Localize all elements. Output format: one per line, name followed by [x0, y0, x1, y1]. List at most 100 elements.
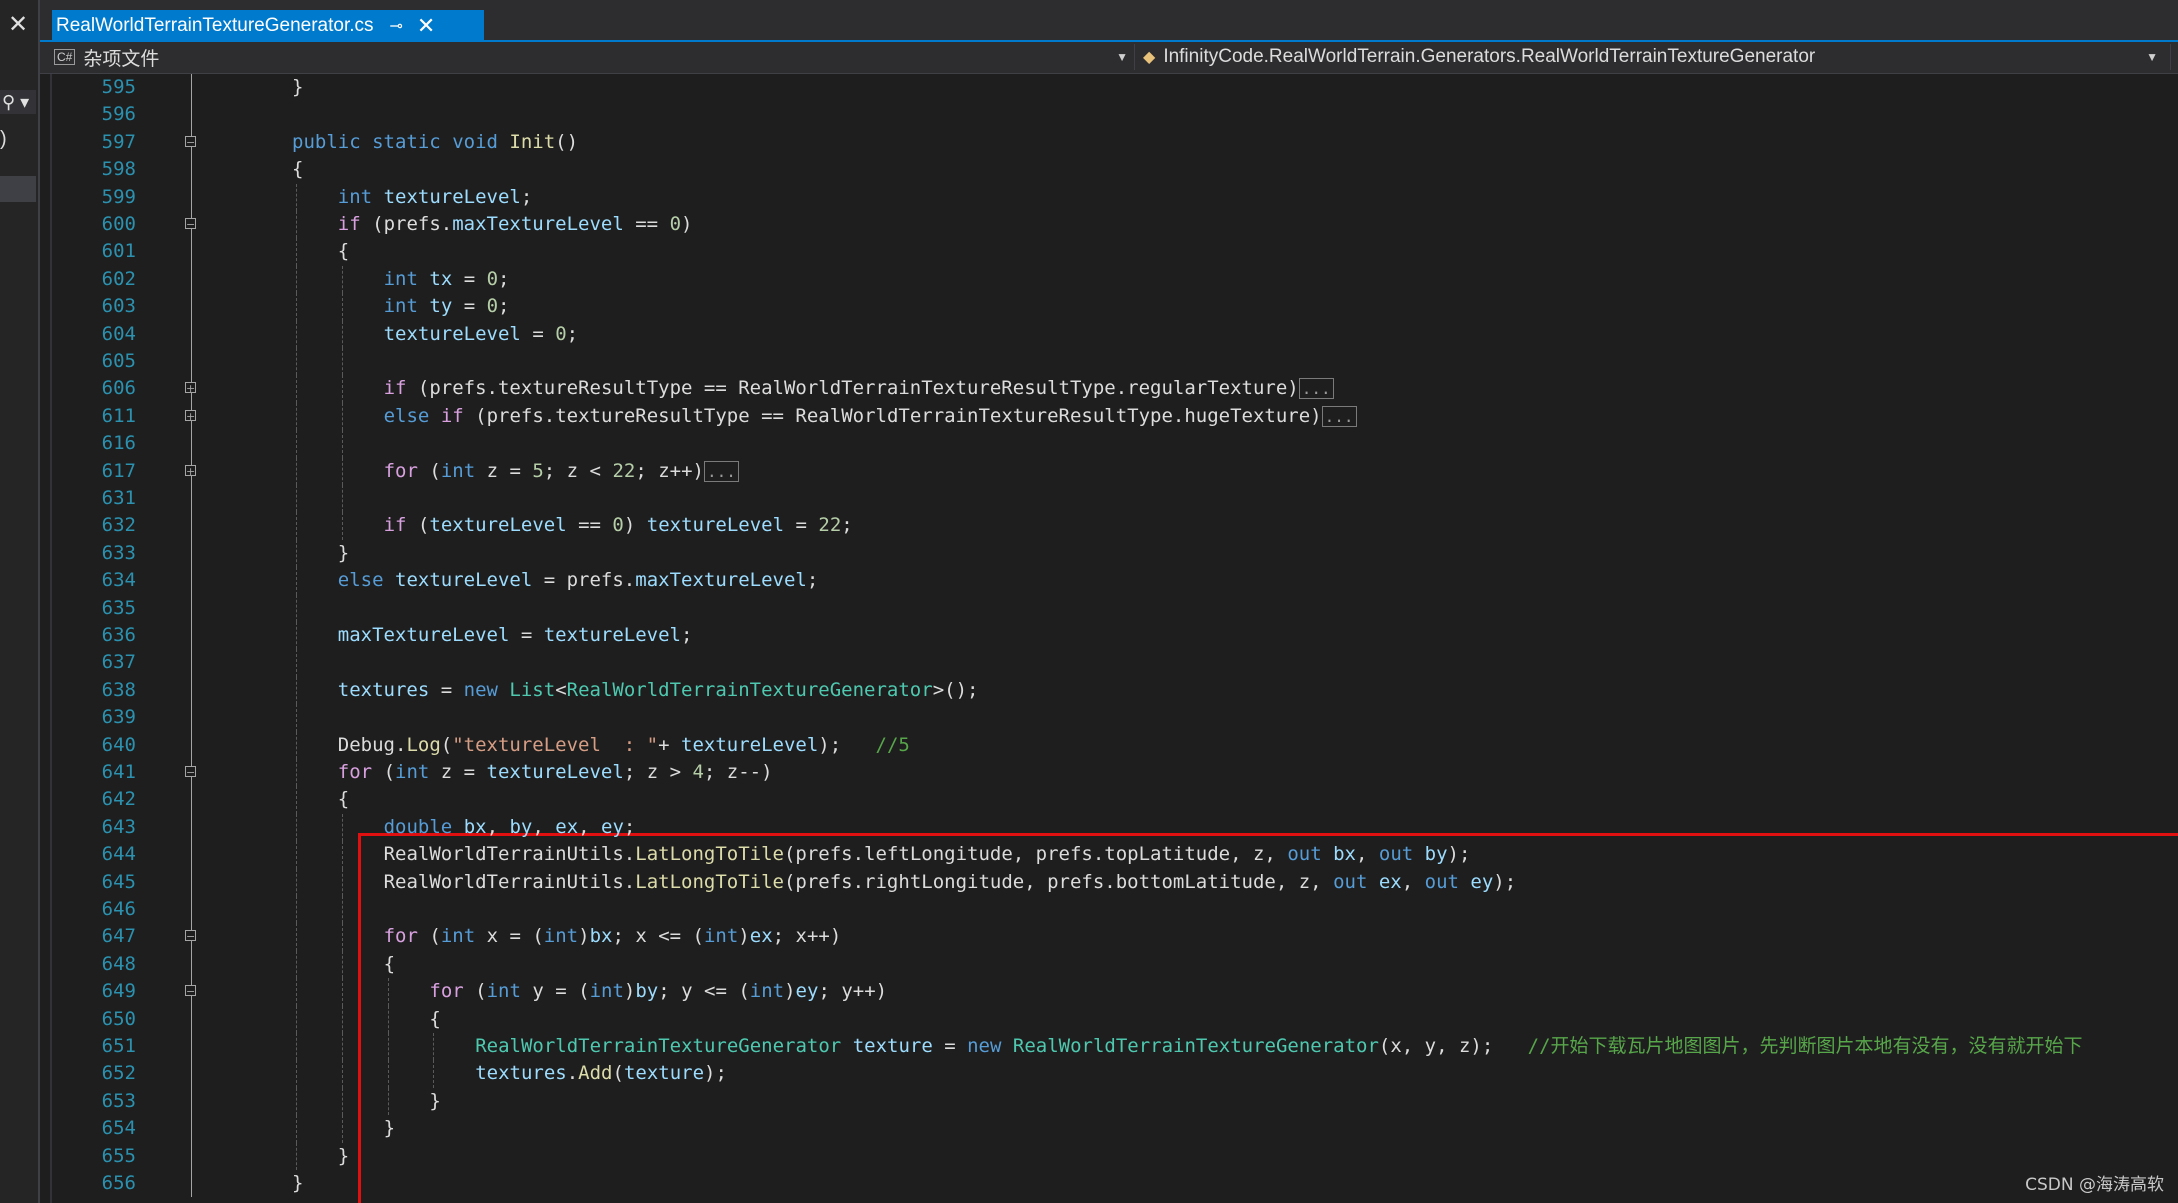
indent-guide: [296, 896, 297, 924]
code-text: textures = new List<RealWorldTerrainText…: [337, 678, 979, 701]
code-line[interactable]: 645 RealWorldTerrainUtils.LatLongToTile(p…: [40, 868, 2178, 896]
code-text: for (int y = (int)by; y <= (int)ey; y++): [429, 980, 888, 1003]
pin-icon[interactable]: ⊸: [390, 16, 403, 36]
indent-guide: [341, 950, 343, 979]
code-line[interactable]: 617 + for (int z = 5; z < 22; z++)...: [40, 457, 2178, 485]
code-line[interactable]: 656}: [40, 1170, 2178, 1197]
code-line[interactable]: 651 RealWorldTerrainTextureGenerator text…: [40, 1033, 2178, 1061]
code-line[interactable]: 644 RealWorldTerrainUtils.LatLongToTile(p…: [40, 841, 2178, 869]
code-line[interactable]: 641 − for (int z = textureLevel; z > 4; z-…: [40, 759, 2178, 787]
expand-icon[interactable]: +: [185, 464, 196, 477]
code-line[interactable]: 603 int ty = 0;: [40, 293, 2178, 321]
code-line[interactable]: 605: [40, 348, 2178, 376]
collapse-icon[interactable]: −: [185, 930, 196, 942]
code-line[interactable]: 643 double bx, by, ex, ey;: [40, 813, 2178, 842]
code-line[interactable]: 602 int tx = 0;: [40, 265, 2178, 294]
code-line[interactable]: 635: [40, 594, 2178, 622]
collapse-icon[interactable]: −: [185, 766, 196, 778]
line-number: 599: [101, 185, 136, 208]
line-number: 633: [101, 541, 136, 564]
code-line[interactable]: 604 textureLevel = 0;: [40, 320, 2178, 348]
code-text: else textureLevel = prefs.maxTextureLeve…: [337, 569, 819, 592]
code-text: {: [383, 952, 396, 975]
close-icon[interactable]: ✕: [417, 13, 435, 39]
code-line[interactable]: 646: [40, 896, 2178, 924]
project-label: 杂项文件: [83, 48, 160, 70]
indent-guide: [341, 1115, 343, 1143]
code-line[interactable]: 601 {: [40, 238, 2178, 266]
code-line[interactable]: 598 {: [40, 156, 2178, 183]
collapsed-block-marker[interactable]: ...: [703, 460, 739, 482]
code-text: Debug.Log("textureLevel : "+ textureLeve…: [337, 733, 910, 756]
indent-guide: [296, 841, 297, 869]
code-text: RealWorldTerrainUtils.LatLongToTile(pref…: [383, 870, 1517, 893]
line-number: 595: [101, 76, 136, 98]
expand-icon[interactable]: +: [185, 382, 196, 394]
indent-guide: [341, 978, 343, 1006]
indent-guide: [296, 1005, 297, 1033]
line-number: 637: [101, 651, 136, 674]
code-line[interactable]: 649 − for (int y = (int)by; y <= (int)ey; …: [40, 978, 2178, 1006]
code-line[interactable]: 616: [40, 430, 2178, 458]
collapse-icon[interactable]: −: [185, 985, 196, 997]
code-line[interactable]: 652 textures.Add(texture);: [40, 1060, 2178, 1088]
line-number: 644: [101, 843, 136, 866]
type-dropdown[interactable]: ◆ InfinityCode.RealWorldTerrain.Generato…: [1134, 44, 2164, 70]
code-line[interactable]: 611 + else if (prefs.textureResultType == …: [40, 402, 2178, 431]
line-number: 616: [101, 432, 136, 455]
line-number: 601: [101, 240, 136, 263]
code-line[interactable]: 600 − if (prefs.maxTextureLevel == 0): [40, 211, 2178, 239]
code-line[interactable]: 636 maxTextureLevel = textureLevel;: [40, 622, 2178, 650]
indent-guide: [296, 320, 297, 348]
close-icon[interactable]: ✕: [8, 10, 28, 39]
line-number: 648: [101, 952, 136, 975]
indent-guide: [341, 485, 343, 513]
code-line[interactable]: 654}: [40, 1115, 2178, 1143]
project-dropdown[interactable]: C# 杂项文件 ▼: [54, 44, 1128, 70]
tab-title: RealWorldTerrainTextureGenerator.cs: [56, 15, 374, 36]
code-editor[interactable]: 595} 596 597− public static void Init() 598{…: [40, 74, 2178, 1203]
code-line[interactable]: 642 {: [40, 786, 2178, 814]
line-number: 598: [101, 158, 136, 181]
collapse-icon[interactable]: −: [185, 135, 196, 148]
search-icon[interactable]: ⚲ ▾: [0, 90, 36, 114]
selected-tree-item[interactable]: [0, 176, 36, 202]
code-text: {: [292, 158, 304, 181]
indent-guide: [296, 539, 297, 568]
line-number: 606: [101, 377, 136, 400]
code-line[interactable]: 640 Debug.Log("textureLevel : "+ textureL…: [40, 731, 2178, 759]
collapsed-block-marker[interactable]: ...: [1321, 405, 1357, 427]
code-line[interactable]: 655}: [40, 1142, 2178, 1170]
code-line[interactable]: 650 {: [40, 1005, 2178, 1033]
indent-guide: [296, 704, 297, 732]
collapsed-block-marker[interactable]: ...: [1298, 378, 1334, 400]
indent-guide: [341, 868, 343, 896]
code-line[interactable]: 637: [40, 649, 2178, 677]
line-number: 597: [101, 130, 136, 153]
code-line[interactable]: 599 int textureLevel;: [40, 183, 2178, 211]
expand-icon[interactable]: +: [185, 409, 196, 422]
tab-realworldterraintexturegenerator[interactable]: RealWorldTerrainTextureGenerator.cs ⊸ ✕: [52, 10, 484, 42]
code-line[interactable]: 596: [40, 101, 2178, 128]
code-line[interactable]: 648 {: [40, 950, 2178, 979]
document-tab-bar: RealWorldTerrainTextureGenerator.cs ⊸ ✕: [40, 0, 2178, 42]
member-dropdown[interactable]: ⬡ D: [2170, 44, 2178, 70]
tree-fragment: ): [0, 128, 7, 150]
code-line[interactable]: 631: [40, 485, 2178, 513]
code-line[interactable]: 638 textures = new List<RealWorldTerrainT…: [40, 676, 2178, 705]
code-line[interactable]: 595}: [40, 74, 2178, 101]
indent-guide: [341, 813, 343, 842]
code-line[interactable]: 639: [40, 704, 2178, 732]
code-line[interactable]: 634 else textureLevel = prefs.maxTextureL…: [40, 567, 2178, 595]
code-line[interactable]: 653}: [40, 1087, 2178, 1116]
code-line[interactable]: 632 if (textureLevel == 0) textureLevel =…: [40, 512, 2178, 540]
code-line[interactable]: 647 − for (int x = (int)bx; x <= (int)ex; …: [40, 923, 2178, 951]
code-line[interactable]: 606 + if (prefs.textureResultType == RealW…: [40, 375, 2178, 403]
code-text: int ty = 0;: [383, 295, 510, 318]
collapse-icon[interactable]: −: [185, 218, 196, 230]
code-line[interactable]: 597 − public static void Init(): [40, 129, 2178, 156]
line-number: 638: [101, 678, 136, 701]
line-number: 639: [101, 706, 136, 729]
indent-guide: [296, 676, 297, 705]
code-line[interactable]: 633}: [40, 539, 2178, 568]
